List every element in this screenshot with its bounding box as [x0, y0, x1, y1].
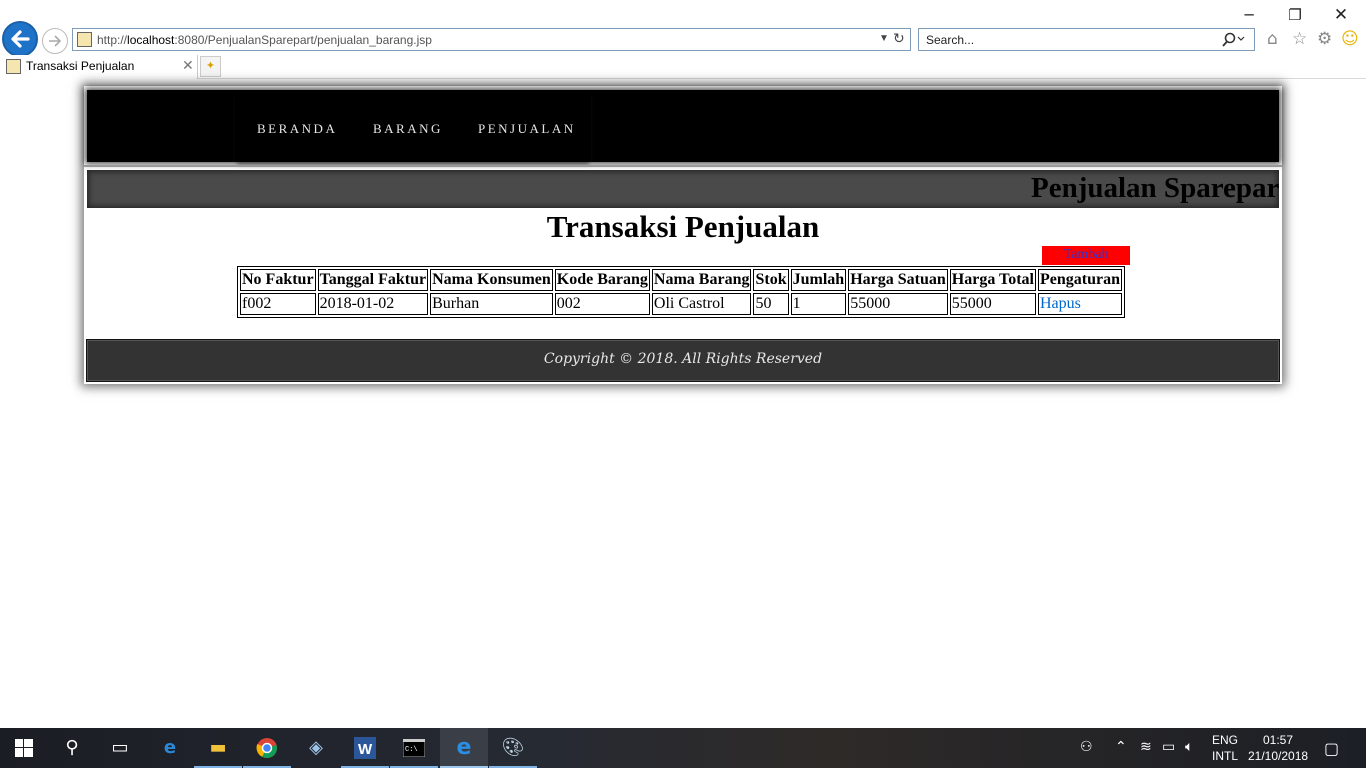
address-dropdown-icon[interactable]: ▼ [879, 33, 889, 44]
col-stok: Stok [753, 269, 789, 291]
tab-favicon-icon [6, 59, 21, 74]
site-header: BERANDA BARANG PENJUALAN [87, 90, 1279, 162]
col-kode-barang: Kode Barang [554, 269, 650, 291]
svg-text:C:\: C:\ [405, 746, 418, 754]
tray-overflow-icon[interactable]: ⌃ [1115, 739, 1127, 755]
lang-bottom: INTL [1212, 749, 1239, 763]
col-nama-konsumen: Nama Konsumen [430, 269, 553, 291]
cell-pengaturan: Hapus [1038, 293, 1122, 315]
cell-harga-satuan: 55000 [848, 293, 948, 315]
table-row: f002 2018-01-02 Burhan 002 Oli Castrol 5… [240, 293, 1122, 315]
battery-icon[interactable]: ▭ [1162, 739, 1175, 755]
marquee-banner: Penjualan Sparepart [87, 170, 1279, 208]
tab-title: Transaksi Penjualan [26, 59, 135, 73]
search-box[interactable]: Search... [918, 28, 1255, 51]
people-icon[interactable]: ⚇ [1080, 739, 1093, 755]
page-container: BERANDA BARANG PENJUALAN Penjualan Spare… [84, 86, 1282, 384]
col-jumlah: Jumlah [790, 269, 847, 291]
search-icon[interactable]: ⚲ [48, 728, 96, 768]
delete-link[interactable]: Hapus [1040, 295, 1081, 312]
marquee-text: Penjualan Sparepart [1031, 172, 1279, 204]
smiley-feedback-icon[interactable]: ☺ [1341, 29, 1359, 49]
paint-icon[interactable]: 🎨︎ [489, 728, 537, 768]
menu-item-penjualan[interactable]: PENJUALAN [478, 121, 576, 137]
address-bar[interactable]: http://localhost:8080/PenjualanSparepart… [72, 28, 911, 51]
wifi-icon[interactable]: ≋ [1140, 739, 1152, 755]
main-menu: BERANDA BARANG PENJUALAN [235, 90, 591, 162]
new-tab-icon[interactable]: ✦ [200, 56, 221, 77]
col-nama-barang: Nama Barang [651, 269, 752, 291]
sales-table: No Faktur Tanggal Faktur Nama Konsumen K… [237, 266, 1125, 318]
chrome-icon[interactable] [243, 728, 291, 768]
volume-icon[interactable]: 🔈︎ [1185, 739, 1193, 755]
menu-item-beranda[interactable]: BERANDA [257, 121, 337, 137]
tab-close-icon[interactable]: ✕ [182, 57, 194, 74]
word-icon[interactable]: W [341, 728, 389, 768]
internet-explorer-icon[interactable]: e [440, 728, 488, 768]
language-indicator[interactable]: ENG INTL [1212, 728, 1242, 768]
cell-harga-total: 55000 [949, 293, 1036, 315]
page-title: Transaksi Penjualan [546, 209, 820, 244]
cell-tanggal-faktur: 2018-01-02 [317, 293, 429, 315]
search-icon[interactable] [1221, 31, 1245, 49]
address-url[interactable]: http://localhost:8080/PenjualanSparepart… [97, 33, 432, 47]
site-footer: Copyright © 2018. All Rights Reserved [86, 339, 1280, 382]
forward-button[interactable] [42, 28, 68, 54]
page-favicon-icon [77, 32, 92, 47]
task-view-icon[interactable]: ▭ [96, 728, 144, 768]
windows-start-icon[interactable] [0, 728, 48, 768]
cell-no-faktur: f002 [240, 293, 316, 315]
window-titlebar: ─ ❐ ✕ [0, 0, 1366, 28]
tab-transaksi-penjualan[interactable]: Transaksi Penjualan ✕ [0, 55, 198, 79]
taskbar: ⚲ ▭ e ▬ ◈ W C:\ e 🎨︎ ⚇ ⌃ ≋ ▭ 🔈︎ ENG INTL… [0, 728, 1366, 768]
settings-gear-icon[interactable]: ⚙ [1317, 29, 1332, 49]
col-harga-total: Harga Total [949, 269, 1036, 291]
favorites-star-icon[interactable]: ☆ [1292, 29, 1307, 49]
close-window-button[interactable]: ✕ [1318, 4, 1364, 26]
cell-jumlah: 1 [790, 293, 847, 315]
svg-text:W: W [358, 741, 373, 758]
minimize-button[interactable]: ─ [1226, 4, 1272, 26]
col-pengaturan: Pengaturan [1038, 269, 1122, 291]
add-button[interactable]: Tambah [1042, 246, 1130, 265]
lang-top: ENG [1212, 733, 1239, 747]
clock-date: 21/10/2018 [1248, 749, 1309, 763]
restore-button[interactable]: ❐ [1272, 4, 1318, 26]
menu-item-barang[interactable]: BARANG [373, 121, 443, 137]
cmd-icon[interactable]: C:\ [390, 728, 438, 768]
tab-strip: Transaksi Penjualan ✕ ✦ [0, 55, 1366, 79]
back-icon [11, 30, 30, 48]
back-button[interactable] [2, 21, 38, 57]
footer-copyright: Copyright © 2018. All Rights Reserved [543, 351, 823, 367]
col-harga-satuan: Harga Satuan [848, 269, 948, 291]
clock-time: 01:57 [1262, 733, 1294, 747]
search-input[interactable]: Search... [926, 33, 974, 47]
home-icon[interactable]: ⌂ [1267, 29, 1278, 49]
edge-icon[interactable]: e [146, 728, 194, 768]
notification-center-icon[interactable]: ▢ [1324, 739, 1339, 758]
refresh-icon[interactable]: ↻ [893, 30, 905, 47]
virtualbox-icon[interactable]: ◈ [292, 728, 340, 768]
cell-nama-konsumen: Burhan [430, 293, 553, 315]
clock[interactable]: 01:57 21/10/2018 [1248, 728, 1308, 768]
cell-kode-barang: 002 [554, 293, 650, 315]
header-divider [84, 165, 1282, 167]
col-no-faktur: No Faktur [240, 269, 316, 291]
table-header-row: No Faktur Tanggal Faktur Nama Konsumen K… [240, 269, 1122, 291]
file-explorer-icon[interactable]: ▬ [194, 728, 242, 768]
forward-icon [49, 35, 62, 47]
cell-nama-barang: Oli Castrol [651, 293, 752, 315]
col-tanggal-faktur: Tanggal Faktur [317, 269, 429, 291]
cell-stok: 50 [753, 293, 789, 315]
